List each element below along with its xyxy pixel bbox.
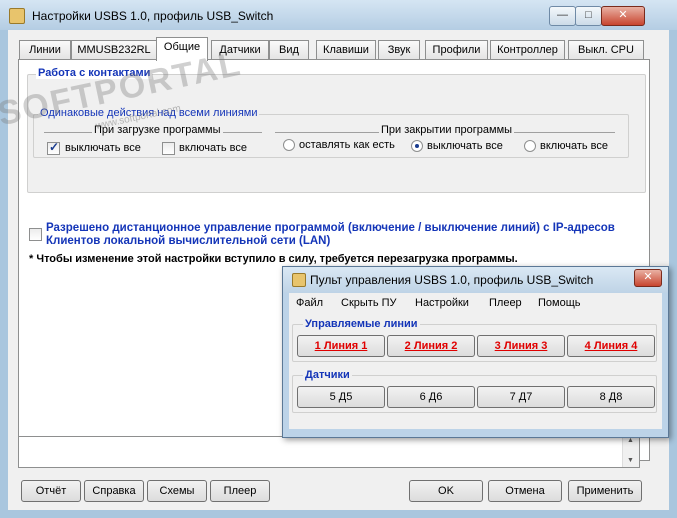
tab-controller[interactable]: Контроллер — [490, 40, 565, 60]
sensors-group-title: Датчики — [303, 369, 352, 381]
check-icon: ✓ — [49, 140, 60, 154]
contacts-group-title: Работа с контактами — [36, 67, 153, 79]
cancel-button[interactable]: Отмена — [488, 480, 562, 502]
lines-group-title: Управляемые линии — [303, 318, 420, 330]
same-actions-title: Одинаковые действия над всеми линиями — [38, 107, 260, 119]
help-button[interactable]: Справка — [84, 480, 144, 502]
on-load-off-label: выключать все — [65, 142, 141, 154]
tab-sensors[interactable]: Датчики — [211, 40, 269, 60]
on-load-on-checkbox[interactable] — [162, 142, 175, 155]
line-2-button[interactable]: 2 Линия 2 — [387, 335, 475, 357]
remote-control-label-2: Клиентов локальной вычислительной сети (… — [46, 235, 331, 247]
line-1-button[interactable]: 1 Линия 1 — [297, 335, 385, 357]
title-bar[interactable]: Настройки USBS 1.0, профиль USB_Switch —… — [0, 0, 677, 30]
ok-button[interactable]: OK — [409, 480, 483, 502]
settings-window: Настройки USBS 1.0, профиль USB_Switch —… — [0, 0, 677, 518]
sensor-6-button[interactable]: 6 Д6 — [387, 386, 475, 408]
menu-player[interactable]: Плеер — [489, 297, 522, 309]
window-title: Настройки USBS 1.0, профиль USB_Switch — [32, 9, 274, 23]
tab-mmusb232rl[interactable]: MMUSB232RL — [71, 40, 157, 60]
sensor-7-button[interactable]: 7 Д7 — [477, 386, 565, 408]
report-button[interactable]: Отчёт — [21, 480, 81, 502]
bulb-icon — [292, 273, 306, 287]
on-close-keep-label: оставлять как есть — [299, 139, 395, 151]
menu-file[interactable]: Файл — [296, 297, 323, 309]
remote-window-title: Пульт управления USBS 1.0, профиль USB_S… — [310, 273, 594, 287]
on-close-keep-radio[interactable] — [283, 139, 295, 151]
on-close-on-radio[interactable] — [524, 140, 536, 152]
restart-note: * Чтобы изменение этой настройки вступил… — [29, 253, 518, 265]
tab-cpu-off[interactable]: Выкл. CPU — [568, 40, 644, 60]
tab-sound[interactable]: Звук — [378, 40, 420, 60]
remote-menu-bar: Файл Скрыть ПУ Настройки Плеер Помощь — [289, 293, 662, 314]
menu-settings[interactable]: Настройки — [415, 297, 469, 309]
minimize-button[interactable]: — — [549, 6, 576, 26]
line-3-button[interactable]: 3 Линия 3 — [477, 335, 565, 357]
tab-profiles[interactable]: Профили — [425, 40, 488, 60]
on-load-on-label: включать все — [179, 142, 247, 154]
on-close-off-label: выключать все — [427, 140, 503, 152]
scroll-up-icon[interactable]: ▲ — [627, 437, 634, 444]
remote-control-window: Пульт управления USBS 1.0, профиль USB_S… — [282, 266, 669, 438]
log-textarea[interactable] — [18, 436, 640, 468]
log-scrollbar[interactable]: ▲ ▼ — [622, 437, 639, 467]
on-close-title: При закрытии программы — [379, 124, 515, 136]
player-button[interactable]: Плеер — [210, 480, 270, 502]
close-button[interactable]: ✕ — [601, 6, 645, 26]
tab-lines[interactable]: Линии — [19, 40, 71, 60]
sensor-5-button[interactable]: 5 Д5 — [297, 386, 385, 408]
maximize-button[interactable]: □ — [575, 6, 602, 26]
schemes-button[interactable]: Схемы — [147, 480, 207, 502]
menu-hide[interactable]: Скрыть ПУ — [341, 297, 397, 309]
remote-title-bar[interactable]: Пульт управления USBS 1.0, профиль USB_S… — [283, 267, 668, 293]
tab-general[interactable]: Общие — [156, 37, 208, 61]
remote-control-checkbox[interactable] — [29, 228, 42, 241]
line-4-button[interactable]: 4 Линия 4 — [567, 335, 655, 357]
tab-keys[interactable]: Клавиши — [316, 40, 376, 60]
remote-control-label-1: Разрешено дистанционное управление прогр… — [46, 222, 615, 234]
on-close-on-label: включать все — [540, 140, 608, 152]
on-close-off-radio[interactable] — [411, 140, 423, 152]
menu-help[interactable]: Помощь — [538, 297, 581, 309]
sensor-8-button[interactable]: 8 Д8 — [567, 386, 655, 408]
remote-close-button[interactable]: ✕ — [634, 269, 662, 287]
apply-button[interactable]: Применить — [568, 480, 642, 502]
on-load-title: При загрузке программы — [92, 124, 223, 136]
scroll-down-icon[interactable]: ▼ — [627, 457, 634, 464]
on-load-off-checkbox[interactable]: ✓ — [47, 140, 60, 155]
tab-view[interactable]: Вид — [269, 40, 309, 60]
remote-client: Управляемые линии 1 Линия 1 2 Линия 2 3 … — [289, 313, 662, 429]
app-icon — [9, 8, 25, 24]
